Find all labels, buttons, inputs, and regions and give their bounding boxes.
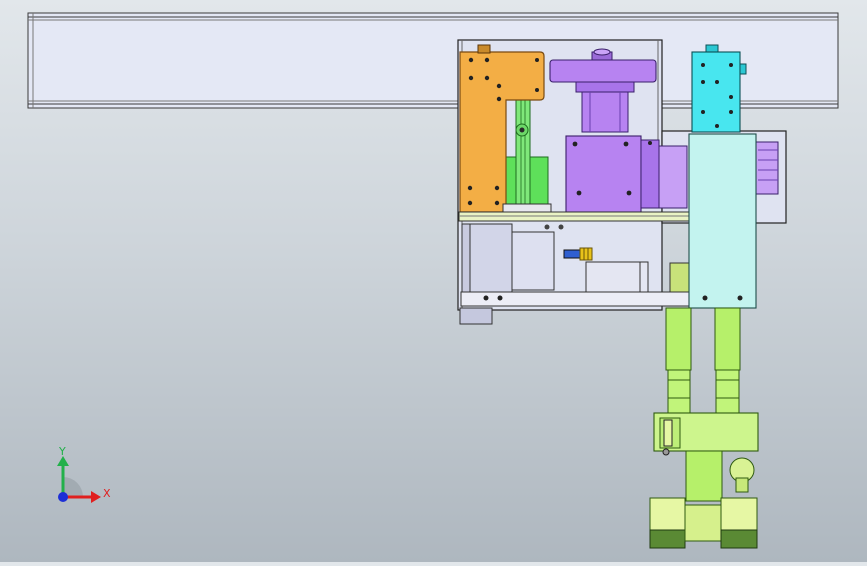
gripper-base-left[interactable] bbox=[649, 497, 686, 549]
gripper-head[interactable] bbox=[653, 412, 759, 502]
gripper-base-middle[interactable] bbox=[684, 504, 722, 542]
coordinate-triad: Y X bbox=[57, 445, 111, 503]
cad-viewport[interactable]: Y X bbox=[0, 0, 867, 562]
lime-arm-left[interactable] bbox=[665, 307, 692, 415]
x-axis-label: X bbox=[103, 487, 111, 500]
z-axis-dot-icon bbox=[58, 492, 68, 502]
gripper-base-right[interactable] bbox=[720, 497, 758, 549]
pale-cyan-panel[interactable] bbox=[688, 133, 757, 309]
y-axis-label: Y bbox=[58, 445, 66, 458]
blue-fitting[interactable] bbox=[563, 247, 593, 261]
cyan-block[interactable] bbox=[691, 44, 747, 133]
right-purple-motor[interactable] bbox=[753, 141, 779, 195]
lime-arm-right[interactable] bbox=[714, 307, 741, 415]
